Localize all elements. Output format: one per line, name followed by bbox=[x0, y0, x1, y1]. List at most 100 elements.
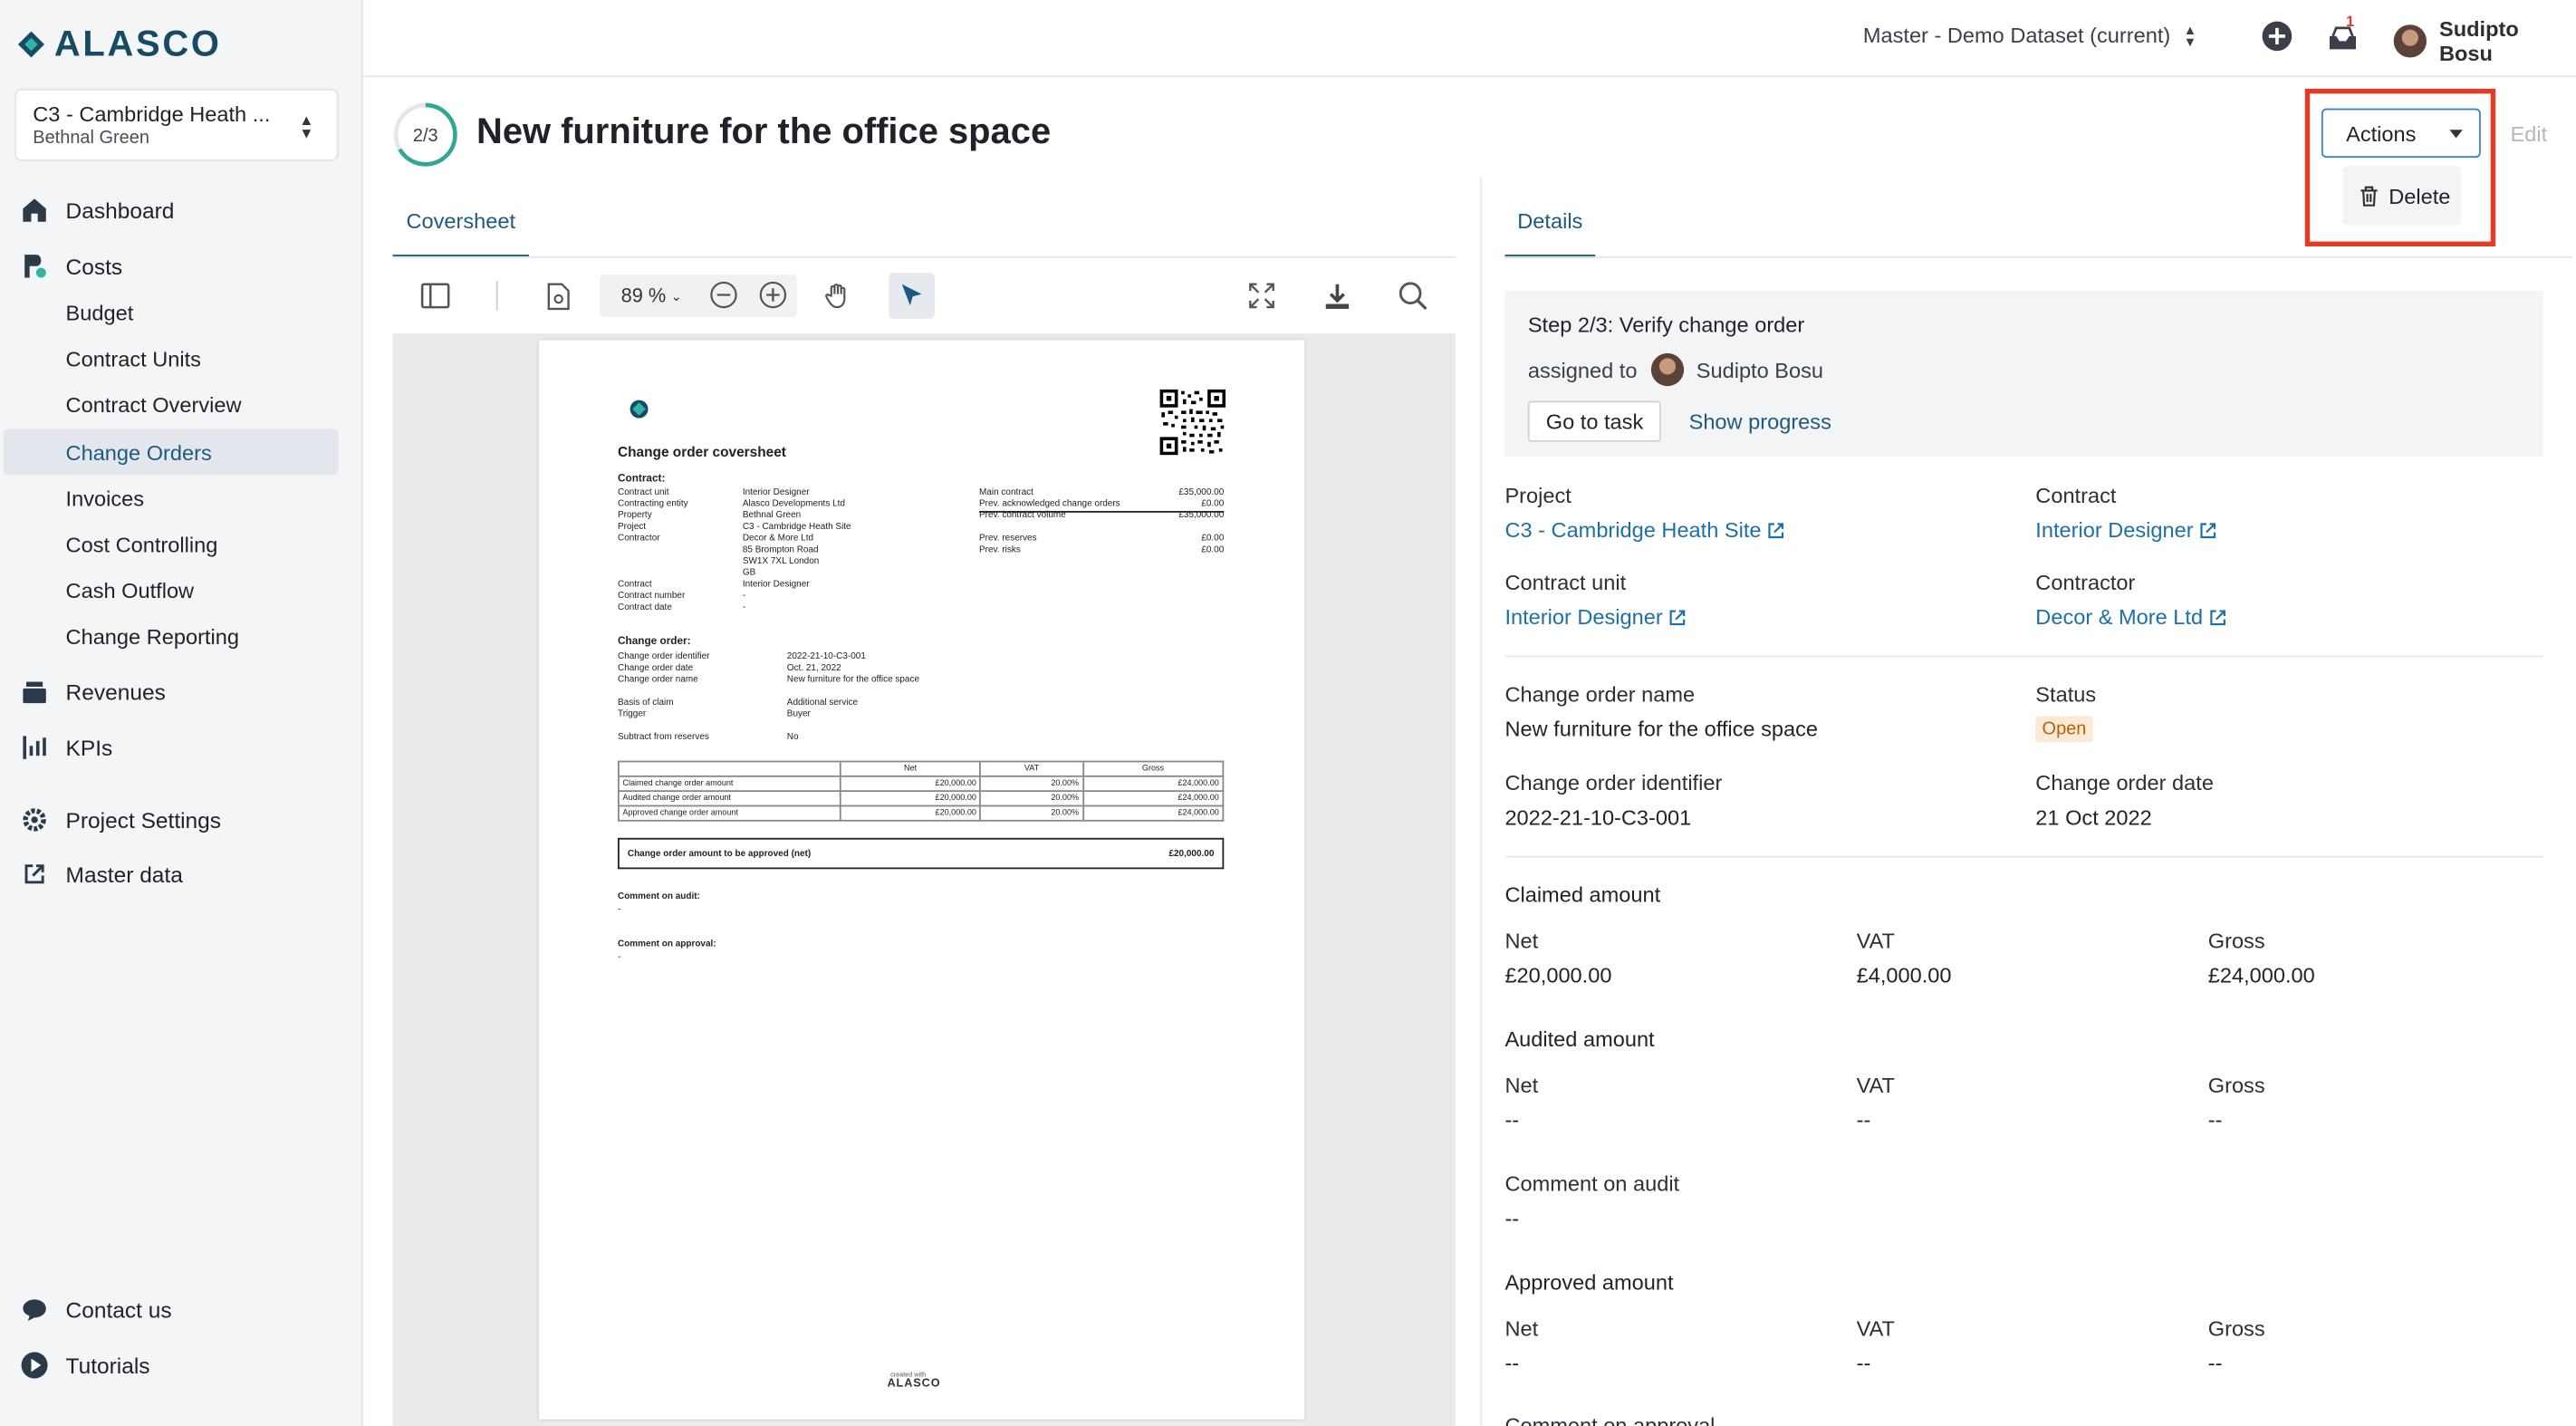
nav-kpis[interactable]: KPIs bbox=[0, 725, 363, 771]
assigned-label: assigned to bbox=[1527, 357, 1638, 382]
nav-label: Contract Overview bbox=[65, 391, 242, 417]
doc-line: Prev. risks bbox=[979, 545, 1021, 555]
doc-line: No bbox=[786, 732, 799, 743]
nav-label: Change Orders bbox=[65, 439, 212, 465]
nav-budget[interactable]: Budget bbox=[0, 289, 363, 335]
fullscreen-icon[interactable] bbox=[1240, 275, 1283, 317]
select-cursor-icon[interactable] bbox=[889, 273, 936, 319]
nav-costs[interactable]: Costs bbox=[0, 243, 363, 289]
nav-invoices[interactable]: Invoices bbox=[0, 475, 363, 521]
search-icon[interactable] bbox=[1391, 275, 1434, 317]
zoom-out-icon[interactable] bbox=[710, 281, 738, 317]
nav-contract-units[interactable]: Contract Units bbox=[0, 335, 363, 381]
table-header-cell: VAT bbox=[979, 760, 1084, 777]
nav-cost-controlling[interactable]: Cost Controlling bbox=[0, 521, 363, 567]
project-link[interactable]: C3 - Cambridge Heath Site bbox=[1504, 517, 1784, 543]
chevron-down-icon: ⌄ bbox=[670, 288, 682, 304]
nav-revenues[interactable]: Revenues bbox=[0, 669, 363, 715]
avatar bbox=[1649, 352, 1684, 387]
table-header-cell bbox=[617, 760, 841, 777]
doc-line bbox=[787, 687, 919, 699]
doc-line: Additional service bbox=[786, 698, 859, 708]
approved-vat-value: -- bbox=[1856, 1350, 1871, 1375]
go-to-task-button[interactable]: Go to task bbox=[1527, 400, 1662, 442]
project-subtitle: Bethnal Green bbox=[33, 128, 149, 149]
zoom-value: 89 % bbox=[620, 284, 667, 308]
nav-tutorials[interactable]: Tutorials bbox=[0, 1343, 363, 1389]
external-link-icon bbox=[2210, 609, 2225, 625]
doc-line: - bbox=[742, 591, 746, 602]
comment-audit-value: -- bbox=[1504, 1206, 1520, 1231]
doc-line: SW1X 7XL London bbox=[742, 556, 820, 567]
doc-line: £35,000.00 bbox=[1178, 487, 1225, 498]
pan-hand-icon[interactable] bbox=[816, 275, 859, 317]
nav-label: Master data bbox=[65, 862, 183, 887]
download-icon[interactable] bbox=[1316, 275, 1359, 317]
assigned-row: assigned to Sudipto Bosu bbox=[1527, 352, 1823, 387]
claimed-gross-value: £24,000.00 bbox=[2207, 962, 2315, 988]
doc-line: Contract date bbox=[617, 602, 672, 613]
claimed-amount-title: Claimed amount bbox=[1504, 882, 1661, 907]
project-value: C3 - Cambridge Heath Site bbox=[1504, 517, 1762, 543]
tab-coversheet[interactable]: Coversheet bbox=[392, 188, 530, 258]
table-cell: Audited change order amount bbox=[617, 790, 841, 807]
table-row: Audited change order amount £20,000.00 2… bbox=[617, 790, 1225, 807]
nav-change-orders[interactable]: Change Orders bbox=[3, 429, 339, 476]
page-settings-icon[interactable] bbox=[537, 275, 580, 317]
contractor-link[interactable]: Decor & More Ltd bbox=[2035, 604, 2225, 630]
doc-line bbox=[618, 721, 709, 733]
table-cell: £24,000.00 bbox=[1081, 775, 1225, 793]
date-label: Change order date bbox=[2035, 770, 2214, 795]
doc-line: Change order date bbox=[617, 663, 694, 674]
alasco-logo[interactable]: ALASCO bbox=[14, 23, 221, 65]
gross-label: Gross bbox=[2207, 928, 2265, 953]
doc-line: GB bbox=[742, 568, 756, 579]
doc-contract-values: Interior Designer Alasco Developments Ltd… bbox=[743, 488, 851, 615]
zoom-in-icon[interactable] bbox=[759, 281, 787, 317]
sidebar-toggle-icon[interactable] bbox=[414, 275, 457, 317]
dataset-label: Master - Demo Dataset (current) bbox=[1862, 23, 2171, 48]
divider bbox=[1504, 655, 2543, 658]
doc-line: 85 Brompton Road bbox=[742, 545, 819, 555]
nav-contract-overview[interactable]: Contract Overview bbox=[0, 381, 363, 428]
nav-dashboard[interactable]: Dashboard bbox=[0, 188, 363, 234]
status-badge: Open bbox=[2035, 716, 2093, 743]
project-selector[interactable]: C3 - Cambridge Heath ... Bethnal Green ▲… bbox=[14, 88, 339, 161]
add-icon[interactable] bbox=[2261, 20, 2297, 56]
table-header-cell: Gross bbox=[1081, 760, 1225, 777]
nav-label: Tutorials bbox=[65, 1353, 150, 1378]
nav-change-reporting[interactable]: Change Reporting bbox=[0, 612, 363, 659]
doc-comment-audit-value: - bbox=[617, 905, 621, 916]
approved-net-value: -- bbox=[1504, 1350, 1520, 1375]
nav-project-settings[interactable]: Project Settings bbox=[0, 796, 363, 843]
nav-master-data[interactable]: Master data bbox=[0, 851, 363, 897]
zoom-select[interactable]: 89 % ⌄ bbox=[621, 284, 682, 307]
doc-line: Basis of claim bbox=[617, 698, 674, 708]
gross-label: Gross bbox=[2207, 1073, 2265, 1098]
contractor-value: Decor & More Ltd bbox=[2035, 604, 2204, 630]
dataset-selector[interactable]: Master - Demo Dataset (current) ▲ ▼ bbox=[1863, 23, 2196, 47]
date-value: 21 Oct 2022 bbox=[2035, 805, 2152, 830]
claimed-vat-value: £4,000.00 bbox=[1856, 962, 1952, 988]
tab-details[interactable]: Details bbox=[1504, 188, 1596, 258]
edit-button[interactable]: Edit bbox=[2497, 109, 2561, 158]
contract-unit-link[interactable]: Interior Designer bbox=[1504, 604, 1686, 630]
doc-approve-label: Change order amount to be approved (net) bbox=[627, 848, 812, 859]
nav-label: Contract Units bbox=[65, 345, 201, 371]
doc-line bbox=[787, 721, 919, 733]
table-cell: Claimed change order amount bbox=[617, 775, 841, 793]
nav-cash-outflow[interactable]: Cash Outflow bbox=[0, 567, 363, 613]
user-name: Sudipto Bosu bbox=[2438, 16, 2519, 66]
approved-amount-title: Approved amount bbox=[1504, 1269, 1674, 1295]
gear-icon bbox=[20, 805, 50, 835]
show-progress-link[interactable]: Show progress bbox=[1689, 409, 1831, 434]
doc-line bbox=[1163, 523, 1224, 535]
contract-link[interactable]: Interior Designer bbox=[2035, 517, 2216, 542]
inbox-icon[interactable]: 1 bbox=[2325, 14, 2361, 56]
nav-contact-us[interactable]: Contact us bbox=[0, 1286, 363, 1333]
doc-change-values: 2022-21-10-C3-001 Oct. 21, 2022 New furnit… bbox=[787, 652, 919, 745]
user-menu[interactable]: Sudipto Bosu bbox=[2393, 16, 2576, 66]
audited-gross-value: -- bbox=[2207, 1107, 2223, 1132]
doc-line: C3 - Cambridge Heath Site bbox=[742, 522, 851, 533]
doc-summary-labels: Main contract Prev. acknowledged change o… bbox=[979, 488, 1120, 557]
